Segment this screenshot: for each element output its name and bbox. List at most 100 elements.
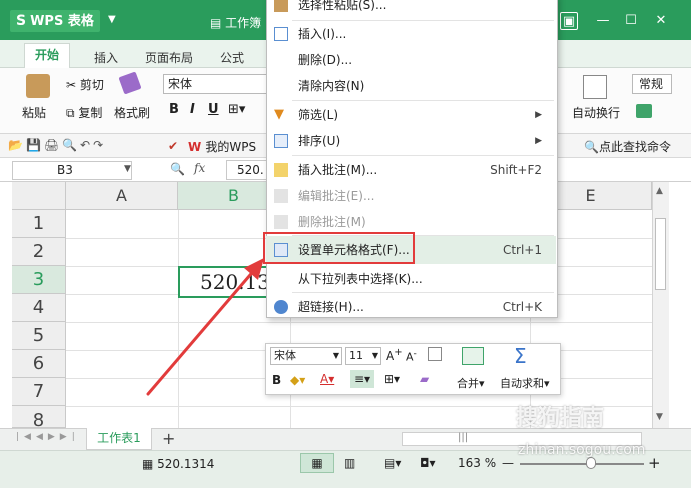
reading-mode-icon[interactable]: ◘▾ [420, 456, 436, 470]
row-header-8[interactable]: 8 [12, 406, 66, 428]
mini-bold-button[interactable]: B [272, 373, 281, 387]
sort-icon [274, 134, 288, 148]
align-center-icon[interactable]: ≡▾ [350, 370, 374, 388]
chevron-down-icon[interactable]: ▼ [124, 164, 131, 174]
mini-format-painter-icon[interactable]: ▰ [420, 372, 429, 386]
shrink-font-icon[interactable]: A- [406, 348, 417, 364]
scroll-up-icon[interactable]: ▲ [656, 186, 663, 196]
document-tab[interactable]: ▤ 工作簿 [210, 14, 261, 31]
paste-special-icon [274, 0, 288, 12]
menu-item-hyperlink[interactable]: 超链接(H)... Ctrl+K [266, 294, 556, 320]
horizontal-scroll-grip[interactable]: ||| [458, 432, 468, 443]
quick-access-icons[interactable]: 📂💾🖨🔍↶↷ [8, 138, 106, 152]
column-header-a[interactable]: A [66, 182, 178, 210]
vertical-scroll-thumb[interactable] [655, 218, 666, 290]
row-header-3[interactable]: 3 [12, 266, 66, 294]
italic-button[interactable]: I [190, 102, 195, 117]
add-sheet-button[interactable]: + [162, 429, 175, 448]
document-icon: ▤ [210, 16, 226, 30]
font-name-select[interactable]: 宋体 [163, 74, 267, 94]
submenu-arrow-icon: ▶ [535, 110, 542, 120]
tab-formulas[interactable]: 公式 [220, 49, 244, 66]
grow-font-icon[interactable]: A+ [386, 347, 403, 363]
menu-item-label: 插入批注(M)... [298, 163, 378, 177]
underline-button[interactable]: U [208, 102, 219, 117]
border-icon[interactable]: ⊞▾ [228, 102, 245, 117]
merge-button[interactable]: 合并▾ [457, 375, 485, 391]
zoom-level[interactable]: 163 % [458, 456, 496, 470]
app-menu-button[interactable]: S WPS 表格 [10, 10, 100, 32]
sheet-nav-arrows[interactable]: |◀◀▶▶| [16, 432, 80, 442]
sheet-tab-1[interactable]: 工作表1 [86, 428, 152, 450]
menu-item-pick-from-list[interactable]: 从下拉列表中选择(K)... [266, 266, 556, 292]
maximize-icon[interactable]: ☐ [622, 12, 640, 30]
function-icon[interactable]: fx [194, 161, 205, 175]
mini-size-select[interactable]: 11 ▼ [345, 347, 381, 365]
font-color-icon[interactable]: A▾ [320, 372, 334, 386]
mini-size-value: 11 [349, 349, 363, 362]
menu-item-insert-comment[interactable]: 插入批注(M)... Shift+F2 [266, 157, 556, 183]
paste-icon[interactable] [26, 74, 50, 98]
zoom-slider-thumb[interactable] [586, 457, 596, 469]
pin-icon[interactable]: ✔ [168, 139, 178, 153]
merge-cells-icon[interactable] [462, 347, 484, 365]
zoom-out-icon[interactable]: — [502, 456, 514, 470]
row-header-5[interactable]: 5 [12, 322, 66, 350]
clear-format-icon[interactable] [428, 347, 442, 361]
wrap-text-icon[interactable] [583, 75, 607, 99]
bold-button[interactable]: B [169, 102, 179, 117]
fill-color-icon[interactable]: ◆▾ [290, 373, 305, 387]
cut-label: 剪切 [79, 78, 104, 92]
zoom-in-icon[interactable]: + [648, 454, 661, 472]
status-sum: ▦ 520.1314 [142, 457, 214, 471]
select-all-corner[interactable] [12, 182, 66, 210]
scroll-down-icon[interactable]: ▼ [656, 412, 663, 422]
row-header-2[interactable]: 2 [12, 238, 66, 266]
wrap-text-button[interactable]: 自动换行 [572, 104, 620, 121]
normal-view-icon[interactable]: ▦ [300, 453, 334, 473]
status-sum-value: 520.1314 [157, 457, 215, 471]
menu-separator [292, 100, 554, 101]
paste-button[interactable]: 粘贴 [22, 104, 46, 121]
find-command-button[interactable]: 🔍点此查找命令 [584, 138, 671, 155]
chevron-down-icon: ▼ [332, 351, 339, 360]
submenu-arrow-icon: ▶ [535, 136, 542, 146]
menu-item-label: 筛选(L) [298, 108, 339, 122]
menu-item-filter[interactable]: ▼ 筛选(L) ▶ [266, 102, 556, 128]
my-wps-button[interactable]: W 我的WPS [188, 138, 256, 155]
menu-item-sort[interactable]: 排序(U) ▶ [266, 128, 556, 154]
menu-item-insert[interactable]: 插入(I)... [266, 21, 556, 47]
copy-button[interactable]: ⧉ 复制 [66, 104, 102, 121]
name-box[interactable]: B3 [12, 161, 132, 180]
format-painter-button[interactable]: 格式刷 [114, 104, 150, 121]
page-layout-view-icon[interactable]: ▤▾ [384, 456, 401, 470]
cell-style-icon[interactable] [636, 104, 652, 118]
row-header-4[interactable]: 4 [12, 294, 66, 322]
sigma-icon[interactable]: Σ [514, 344, 527, 368]
tab-home[interactable]: 开始 [24, 43, 70, 68]
zoom-slider[interactable] [520, 463, 644, 465]
menu-item-delete[interactable]: 删除(D)... [266, 47, 556, 73]
menu-item-paste-special[interactable]: 选择性粘贴(S)... [266, 0, 556, 18]
number-format-select[interactable]: 常规 [632, 74, 672, 94]
delete-comment-icon [274, 215, 288, 229]
mini-font-select[interactable]: 宋体 ▼ [270, 347, 342, 365]
autosum-button[interactable]: 自动求和▾ [500, 375, 550, 391]
row-header-6[interactable]: 6 [12, 350, 66, 378]
calculator-icon: ▦ [142, 457, 158, 471]
menu-item-clear-contents[interactable]: 清除内容(N) [266, 73, 556, 99]
tab-insert[interactable]: 插入 [94, 49, 118, 66]
row-header-1[interactable]: 1 [12, 210, 66, 238]
menu-item-label: 清除内容(N) [298, 79, 365, 93]
mini-border-icon[interactable]: ⊞▾ [384, 372, 400, 386]
row-header-7[interactable]: 7 [12, 378, 66, 406]
page-break-view-icon[interactable]: ▥ [344, 456, 355, 470]
chevron-down-icon[interactable]: ▼ [108, 14, 116, 25]
cut-button[interactable]: ✂ 剪切 [66, 76, 104, 93]
annotation-highlight-box [263, 232, 415, 264]
tab-page-layout[interactable]: 页面布局 [145, 49, 193, 66]
zoom-formula-icon[interactable]: 🔍 [170, 162, 185, 176]
minimize-icon[interactable]: — [594, 12, 612, 30]
close-icon[interactable]: ✕ [652, 12, 670, 30]
restore-tab-icon[interactable]: ▣ [560, 12, 578, 30]
